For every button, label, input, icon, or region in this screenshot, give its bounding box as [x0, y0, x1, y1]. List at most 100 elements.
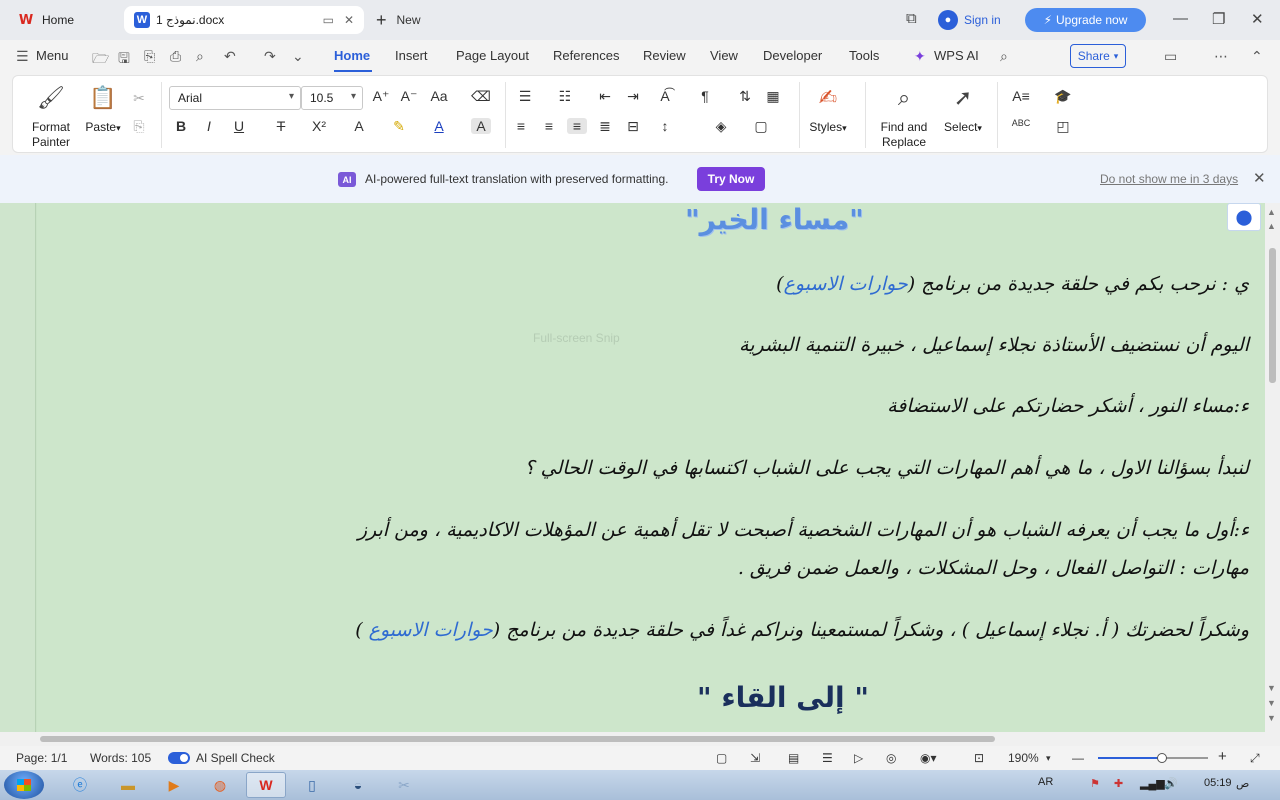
- firefox-icon[interactable]: ◍: [200, 772, 240, 798]
- zoom-in-icon[interactable]: +: [1218, 748, 1227, 765]
- tab-insert[interactable]: Insert: [395, 48, 428, 63]
- page-count[interactable]: Page: 1/1: [16, 751, 67, 765]
- fullscreen-icon[interactable]: ⤢: [1250, 751, 1260, 766]
- format-painter-button[interactable]: 🖌 Format Painter: [29, 87, 73, 150]
- tab-page-layout[interactable]: Page Layout: [456, 48, 529, 63]
- scroll-down-icon[interactable]: ▼: [1267, 683, 1276, 693]
- clock-time[interactable]: 05:19: [1204, 777, 1232, 789]
- language-indicator[interactable]: AR: [1038, 776, 1053, 788]
- scroll-up-icon[interactable]: ▲: [1267, 221, 1276, 231]
- close-notification-icon[interactable]: ✕: [1253, 169, 1266, 187]
- text-effect-icon[interactable]: A: [349, 118, 369, 134]
- security-icon[interactable]: ✚: [1114, 777, 1123, 790]
- superscript-icon[interactable]: X²: [309, 118, 329, 134]
- vertical-scroll-thumb[interactable]: [1269, 248, 1276, 383]
- tab-view[interactable]: View: [710, 48, 738, 63]
- upgrade-button[interactable]: ⚡ Upgrade now: [1025, 8, 1146, 32]
- dismiss-link[interactable]: Do not show me in 3 days: [1100, 172, 1238, 186]
- tab-tools[interactable]: Tools: [849, 48, 879, 63]
- location-pin-icon[interactable]: ⬤: [1227, 203, 1261, 231]
- snipping-tool-icon[interactable]: ✂: [384, 772, 424, 798]
- sort-icon[interactable]: ⇅: [735, 88, 755, 105]
- comment-icon[interactable]: ▭: [1164, 48, 1177, 65]
- line-spacing-icon[interactable]: ↕: [655, 118, 675, 134]
- tab-developer[interactable]: Developer: [763, 48, 822, 63]
- network-tool-icon[interactable]: ◒: [338, 772, 378, 798]
- text-tools-icon[interactable]: A≡: [1011, 88, 1031, 104]
- document-page[interactable]: "مساء الخير" Full-screen Snip ي : نرحب ب…: [37, 203, 1265, 746]
- restore-window-icon[interactable]: ⧉: [906, 10, 917, 27]
- wps-office-taskbar-icon[interactable]: W: [246, 772, 286, 798]
- notepad-icon[interactable]: ▯: [292, 772, 332, 798]
- internet-explorer-icon[interactable]: ⓔ: [60, 772, 100, 798]
- align-center-icon[interactable]: ≡: [539, 118, 559, 134]
- text-direction-icon[interactable]: A͡: [655, 88, 675, 104]
- close-tab-icon[interactable]: ✕: [344, 13, 354, 27]
- italic-icon[interactable]: I: [199, 118, 219, 134]
- open-folder-icon[interactable]: 🗁: [92, 48, 109, 72]
- outline-view-icon[interactable]: ☰: [822, 751, 833, 765]
- sign-in-button[interactable]: ● Sign in: [938, 8, 1001, 32]
- print-icon[interactable]: ⎙: [170, 48, 181, 65]
- redo-icon[interactable]: ↷: [264, 48, 276, 65]
- paragraph-mark-icon[interactable]: ¶: [695, 88, 715, 104]
- reading-mode-icon[interactable]: ▢: [716, 751, 727, 765]
- minimize-icon[interactable]: —: [1173, 10, 1188, 27]
- zoom-slider[interactable]: [1098, 753, 1208, 763]
- borders-icon[interactable]: ▢: [751, 118, 771, 135]
- web-layout-icon[interactable]: ◎: [886, 751, 896, 765]
- bold-icon[interactable]: B: [171, 118, 191, 134]
- more-options-icon[interactable]: ⋯: [1214, 48, 1228, 65]
- distribute-icon[interactable]: ⊟: [623, 118, 643, 135]
- horizontal-scrollbar[interactable]: [0, 732, 1265, 746]
- numbering-icon[interactable]: ☷: [555, 88, 575, 105]
- bullets-icon[interactable]: ☰: [515, 88, 535, 105]
- justify-icon[interactable]: ≣: [595, 118, 615, 135]
- scroll-up-icon[interactable]: ▲: [1267, 207, 1276, 217]
- tab-home-ribbon[interactable]: Home: [334, 48, 370, 63]
- clear-format-icon[interactable]: ⌫: [471, 88, 491, 105]
- collapse-ribbon-icon[interactable]: ⌃: [1251, 48, 1263, 65]
- cut-icon[interactable]: ✂: [129, 90, 149, 107]
- quick-access-more-icon[interactable]: ⌄: [292, 48, 304, 65]
- tab-document[interactable]: W نموذج 1.docx ▭ ✕: [124, 6, 364, 34]
- export-pdf-icon[interactable]: ⎘: [144, 48, 155, 65]
- flag-icon[interactable]: ⚑: [1090, 777, 1100, 790]
- new-tab-button[interactable]: + New: [376, 6, 421, 34]
- scroll-down-icon[interactable]: ▼: [1267, 713, 1276, 723]
- try-now-button[interactable]: Try Now: [697, 167, 765, 191]
- file-explorer-icon[interactable]: ▬: [108, 772, 148, 798]
- character-shading-icon[interactable]: A: [471, 118, 491, 134]
- document-area[interactable]: "مساء الخير" Full-screen Snip ي : نرحب ب…: [0, 203, 1280, 746]
- align-left-icon[interactable]: ≡: [511, 118, 531, 134]
- zoom-level[interactable]: 190%: [1008, 751, 1039, 765]
- underline-icon[interactable]: U: [229, 118, 249, 134]
- eye-protection-icon[interactable]: ◉▾: [920, 751, 937, 765]
- word-count[interactable]: Words: 105: [90, 751, 151, 765]
- horizontal-scroll-thumb[interactable]: [40, 736, 995, 742]
- styles-button[interactable]: ✍ Styles▾: [805, 87, 851, 136]
- page-view-icon[interactable]: ▤: [788, 751, 799, 765]
- start-button[interactable]: [4, 771, 44, 799]
- wps-ai-tab[interactable]: WPS AI: [934, 48, 979, 63]
- zoom-out-icon[interactable]: —: [1072, 751, 1084, 765]
- find-replace-button[interactable]: ⌕ Find and Replace: [875, 87, 933, 150]
- page-tools-icon[interactable]: ◰: [1053, 118, 1073, 135]
- tab-home[interactable]: W Home: [8, 6, 118, 34]
- save-icon[interactable]: 🖫: [118, 48, 130, 72]
- menu-button[interactable]: Menu: [36, 48, 69, 63]
- spell-check-toggle[interactable]: [168, 752, 190, 764]
- select-button[interactable]: ➚ Select▾: [939, 87, 987, 136]
- align-right-icon[interactable]: ≡: [567, 118, 587, 134]
- search-icon[interactable]: ⌕: [1000, 48, 1008, 65]
- change-case-icon[interactable]: Aa: [429, 88, 449, 104]
- paste-button[interactable]: 📋 Paste▾: [83, 87, 123, 136]
- font-size-select[interactable]: 10.5 ▾: [301, 86, 363, 110]
- spell-check-icon[interactable]: ABC: [1011, 118, 1031, 128]
- chevron-down-icon[interactable]: ▾: [1046, 753, 1051, 764]
- scroll-down-icon[interactable]: ▼: [1267, 698, 1276, 708]
- tab-review[interactable]: Review: [643, 48, 686, 63]
- volume-icon[interactable]: 🔊: [1164, 777, 1178, 790]
- font-color-icon[interactable]: A: [429, 118, 449, 134]
- media-player-icon[interactable]: ▶: [154, 772, 194, 798]
